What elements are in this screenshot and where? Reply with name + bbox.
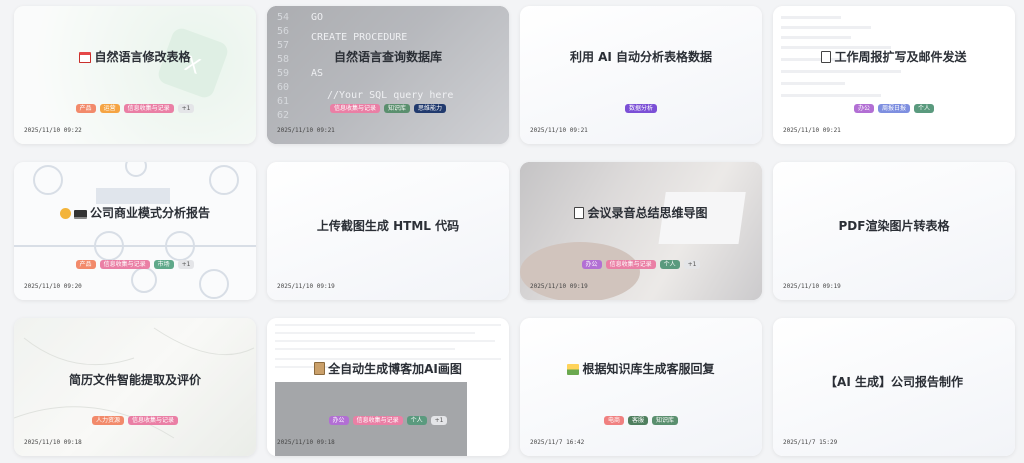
tag-list: 数据分析 [520,104,762,113]
tag: 信息收集与记录 [329,104,380,113]
tag: 办公 [853,104,874,113]
card-date: 2025/11/10 09:18 [24,439,82,446]
tag: 思维能力 [414,104,447,113]
tag-list: 人力资源 信息收集与记录 [14,416,256,425]
card-date: 2025/11/10 09:21 [783,127,841,134]
tag: 信息收集与记录 [605,260,656,269]
tag: 知识库 [652,416,679,425]
tag-list: 办公 信息收集与记录 个人 +1 [267,416,509,425]
tag: 办公 [581,260,602,269]
tag: 个人 [914,104,935,113]
calendar-icon [79,52,92,63]
card-date: 2025/11/10 09:21 [277,127,335,134]
tag-list: 办公 信息收集与记录 个人 +1 [520,260,762,269]
card-date: 2025/11/10 09:19 [277,283,335,290]
template-card-9[interactable]: 全自动生成博客加AI画图 办公 信息收集与记录 个人 +1 2025/11/10… [267,318,509,456]
tag-list: 办公 周报日报 个人 [773,104,1015,113]
tag: 人力资源 [91,416,124,425]
tag: 客服 [627,416,648,425]
tag: 信息收集与记录 [123,104,174,113]
tag: 信息收集与记录 [99,260,150,269]
picture-icon [567,364,580,375]
tag: 知识库 [383,104,410,113]
template-card-7[interactable]: PDF渲染图片转表格 2025/11/10 09:19 [773,162,1015,300]
tag: 产品 [75,104,96,113]
template-card-6[interactable]: 会议录音总结思维导图 办公 信息收集与记录 个人 +1 2025/11/10 0… [520,162,762,300]
clipboard-icon [314,362,326,375]
card-title: 公司商业模式分析报告 [22,204,248,221]
template-card-4[interactable]: 公司商业模式分析报告 产品 信息收集与记录 市场 +1 2025/11/10 0… [14,162,256,300]
more-tags-badge: +1 [177,260,195,269]
template-card-10[interactable]: 根据知识库生成客服回复 电商 客服 知识库 2025/11/7 16:42 [520,318,762,456]
laptop-icon [73,210,87,219]
card-date: 2025/11/7 15:29 [783,439,838,446]
card-title: 【AI 生成】公司报告制作 [825,375,963,389]
template-card-2[interactable]: 利用 AI 自动分析表格数据 数据分析 2025/11/10 09:21 [520,6,762,144]
tag: 运营 [99,104,120,113]
tag: 电商 [603,416,624,425]
template-card-3[interactable]: 工作周报扩写及邮件发送 办公 周报日报 个人 2025/11/10 09:21 [773,6,1015,144]
card-title: 会议录音总结思维导图 [528,204,754,221]
card-title: 简历文件智能提取及评价 [68,373,201,387]
tag: 产品 [75,260,96,269]
tag: 办公 [328,416,349,425]
card-title: 自然语言修改表格 [22,48,248,65]
template-card-5[interactable]: 上传截图生成 HTML 代码 2025/11/10 09:19 [267,162,509,300]
card-date: 2025/11/7 16:42 [530,439,585,446]
tag: 信息收集与记录 [128,416,179,425]
tag-list: 产品 信息收集与记录 市场 +1 [14,260,256,269]
tag: 信息收集与记录 [352,416,403,425]
tag: 个人 [406,416,427,425]
more-tags-badge: +1 [430,416,448,425]
template-card-8[interactable]: 简历文件智能提取及评价 人力资源 信息收集与记录 2025/11/10 09:1… [14,318,256,456]
tag: 个人 [659,260,680,269]
card-title: 工作周报扩写及邮件发送 [781,48,1007,65]
card-title: PDF渲染图片转表格 [838,219,950,233]
more-tags-badge: +1 [683,260,701,269]
tag: 周报日报 [877,104,910,113]
tag: 数据分析 [624,104,657,113]
card-title: 利用 AI 自动分析表格数据 [569,50,713,64]
tag-list: 产品 运营 信息收集与记录 +1 [14,104,256,113]
document-icon [821,51,832,63]
tag: 市场 [153,260,174,269]
card-title: 根据知识库生成客服回复 [528,360,754,377]
template-grid: X 自然语言修改表格 产品 运营 信息收集与记录 +1 2025/11/10 0… [14,6,1015,456]
template-card-11[interactable]: 【AI 生成】公司报告制作 2025/11/7 15:29 [773,318,1015,456]
template-card-1[interactable]: 545657 585960 6162 GOCREATE PROCEDURE AS… [267,6,509,144]
card-date: 2025/11/10 09:19 [530,283,588,290]
more-tags-badge: +1 [177,104,195,113]
card-date: 2025/11/10 09:19 [783,283,841,290]
card-date: 2025/11/10 09:20 [24,283,82,290]
card-date: 2025/11/10 09:21 [530,127,588,134]
template-card-0[interactable]: X 自然语言修改表格 产品 运营 信息收集与记录 +1 2025/11/10 0… [14,6,256,144]
card-title: 上传截图生成 HTML 代码 [316,219,460,233]
card-title: 自然语言查询数据库 [333,50,442,64]
face-icon [59,208,71,219]
document-icon [574,207,585,219]
card-date: 2025/11/10 09:18 [277,439,335,446]
card-title: 全自动生成博客加AI画图 [275,360,501,377]
tag-list: 信息收集与记录 知识库 思维能力 [267,104,509,113]
card-date: 2025/11/10 09:22 [24,127,82,134]
tag-list: 电商 客服 知识库 [520,416,762,425]
